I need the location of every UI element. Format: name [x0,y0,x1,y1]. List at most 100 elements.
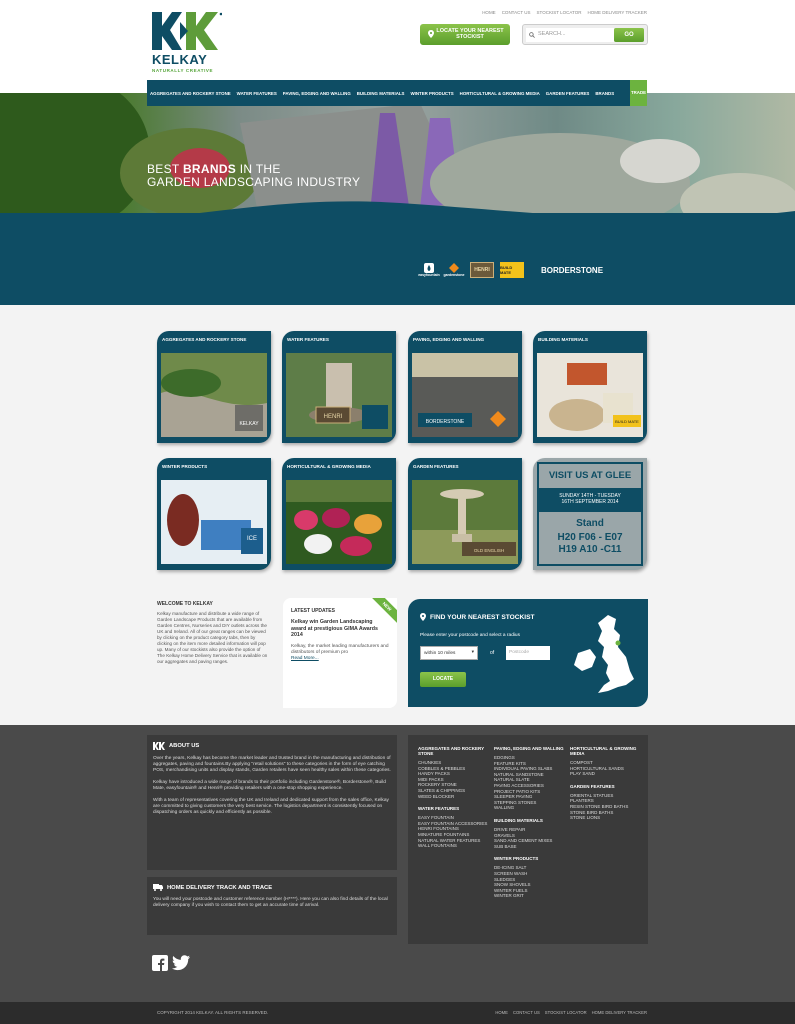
nav-paving[interactable]: PAVING, EDGING AND WALLING [280,91,354,96]
hero-title-line2: GARDEN LANDSCAPING INDUSTRY [147,175,361,189]
update-headline[interactable]: Kelkay win Garden Landscaping award at p… [291,619,389,639]
footer-heading[interactable]: WINTER PRODUCTS [494,856,568,861]
category-card-winter-products[interactable]: WINTER PRODUCTS ICE [157,458,271,570]
category-title: GARDEN FEATURES [413,464,459,469]
footer-heading[interactable]: AGGREGATES AND ROCKERY STONE [418,746,492,756]
twitter-icon[interactable] [172,955,190,971]
map-pin-icon [428,30,434,38]
postcode-input[interactable]: Postcode [506,646,550,660]
paving-badge: BORDERSTONE [426,419,465,425]
uk-map-icon [574,615,634,693]
kk-logo-icon [153,742,165,750]
brand-build-mate[interactable]: BUILD MATE [500,262,524,278]
nav-winter-products[interactable]: WINTER PRODUCTS [407,91,456,96]
category-title: WATER FEATURES [287,337,329,342]
bottom-link-home[interactable]: HOME [495,1010,508,1015]
about-us-p1: Over the years, Kelkay has become the ma… [153,756,391,773]
footer-link[interactable]: PLAY SAND [570,771,644,777]
footer-link[interactable]: STONE LIONS [570,815,644,821]
bottom-links: HOME CONTACT US STOCKIST LOCATOR HOME DE… [495,1010,647,1015]
category-card-garden-features[interactable]: GARDEN FEATURES OLD ENGLISH [408,458,522,570]
footer-link[interactable]: WINTER GRIT [494,893,568,899]
category-title: BUILDING MATERIALS [538,337,588,342]
garden-features-image: OLD ENGLISH [412,480,518,564]
hero-band [0,213,795,305]
search-go-button[interactable]: GO [614,28,644,42]
aggregates-image: KELKAY [161,353,267,437]
about-us-box: ABOUT US Over the years, Kelkay has beco… [147,735,397,870]
footer-link[interactable]: WALL FOUNTAINS [418,843,492,849]
bottom-link-delivery[interactable]: HOME DELIVERY TRACKER [592,1010,647,1015]
top-links: HOME CONTACT US STOCKIST LOCATOR HOME DE… [482,10,647,15]
footer-link[interactable]: WEED BLOCKER [418,794,492,800]
footer-link[interactable]: WALLING [494,805,568,811]
facebook-icon[interactable] [152,955,168,971]
category-title: AGGREGATES AND ROCKERY STONE [162,337,247,342]
hero-title: BEST BRANDS IN THE GARDEN LANDSCAPING IN… [147,163,360,189]
about-us-title: ABOUT US [169,743,200,749]
locate-stockist-button[interactable]: LOCATE YOUR NEAREST STOCKIST [420,24,510,45]
bottom-link-contact[interactable]: CONTACT US [513,1010,540,1015]
kelkay-logo[interactable]: KELKAY NATURALLY CREATIVE [152,12,232,74]
brand-borderstone[interactable]: BORDERSTONE [530,262,614,278]
glee-stand-line2: H19 A10 -C11 [558,544,622,555]
category-card-aggregates[interactable]: AGGREGATES AND ROCKERY STONE KELKAY [157,331,271,443]
nav-aggregates[interactable]: AGGREGATES AND ROCKERY STONE [147,91,234,96]
glee-stand-label: Stand [576,518,604,529]
nav-garden-features[interactable]: GARDEN FEATURES [543,91,593,96]
category-card-water-features[interactable]: WATER FEATURES HENRI [282,331,396,443]
footer-heading[interactable]: HORTICULTURAL & GROWING MEDIA [570,746,644,756]
delivery-text: You will need your postcode and customer… [153,897,388,908]
brand-henri[interactable]: HENRI [470,262,494,278]
building-materials-image: BUILD MATE [537,353,643,437]
water-features-badge: HENRI [324,414,343,420]
category-card-horticultural[interactable]: HORTICULTURAL & GROWING MEDIA [282,458,396,570]
footer-heading[interactable]: PAVING, EDGING AND WALLING [494,746,568,751]
glee-title: VISIT US AT GLEE [548,470,632,481]
welcome-text: Kelkay manufacture and distribute a wide… [157,611,268,664]
nav-trade[interactable]: TRADE [630,80,647,106]
category-grid-area [0,305,795,725]
footer-heading[interactable]: BUILDING MATERIALS [494,818,568,823]
read-more-link[interactable]: Read More... [291,656,389,661]
category-card-paving[interactable]: PAVING, EDGING AND WALLING BORDERSTONE [408,331,522,443]
stockist-title: FIND YOUR NEAREST STOCKIST [430,614,535,621]
update-excerpt: Kelkay, the market leading manufacturers… [291,643,389,655]
brand-easyfountain[interactable]: easyfountain [418,262,440,278]
aggregates-badge: KELKAY [239,421,259,427]
footer-link[interactable]: SUB BASE [494,844,568,850]
footer-heading[interactable]: WATER FEATURES [418,806,492,811]
glee-stand-line1: H20 F06 - E07 [557,532,623,543]
top-link-home[interactable]: HOME [482,10,496,15]
locate-button[interactable]: LOCATE [420,672,466,687]
nav-horticultural[interactable]: HORTICULTURAL & GROWING MEDIA [457,91,543,96]
welcome-title: WELCOME TO KELKAY [157,601,213,607]
top-link-stockist-locator[interactable]: STOCKIST LOCATOR [537,10,582,15]
category-title: PAVING, EDGING AND WALLING [413,337,485,342]
category-card-building-materials[interactable]: BUILDING MATERIALS BUILD MATE [533,331,647,443]
social-links [152,955,190,971]
glee-promo-card[interactable]: VISIT US AT GLEE SUNDAY 14TH - TUESDAY 1… [533,458,647,570]
logo-name: KELKAY [152,52,208,67]
welcome-section: WELCOME TO KELKAY Kelkay manufacture and… [157,601,269,665]
radius-select[interactable]: within 10 miles ▾ [420,646,478,660]
brand-easyfountain-label: easyfountain [418,273,440,277]
of-label: of [490,650,495,656]
nav-water-features[interactable]: WATER FEATURES [234,91,280,96]
nav-brands[interactable]: BRANDS [592,91,617,96]
easyfountain-icon [424,263,434,273]
footer-heading[interactable]: GARDEN FEATURES [570,784,644,789]
top-link-delivery-tracker[interactable]: HOME DELIVERY TRACKER [587,10,647,15]
stockist-instructions: Please enter your postcode and select a … [420,633,520,638]
map-pin-icon [420,613,426,621]
search-input[interactable]: SEARCH... [526,28,614,42]
about-us-p2: Kelkay have introduced a wide range of b… [153,780,386,791]
nav-building-materials[interactable]: BUILDING MATERIALS [354,91,408,96]
footer-col-2: PAVING, EDGING AND WALLING EDGINGS FEATU… [494,742,568,899]
building-materials-badge: BUILD MATE [615,419,639,424]
search-icon [529,32,535,38]
category-title: HORTICULTURAL & GROWING MEDIA [287,464,371,469]
bottom-link-stockist[interactable]: STOCKIST LOCATOR [545,1010,587,1015]
top-link-contact[interactable]: CONTACT US [502,10,531,15]
brand-gardenstone[interactable]: gardenstone [444,262,465,278]
